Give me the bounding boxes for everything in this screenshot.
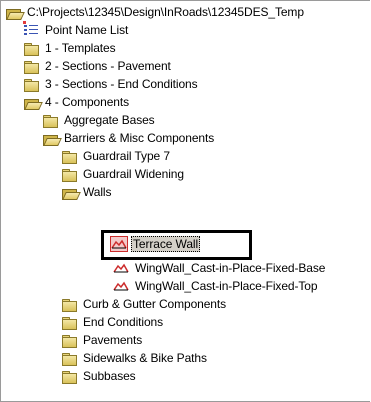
tree-item-label: Walls — [83, 185, 112, 199]
tree-item-subbases[interactable]: Subbases — [61, 367, 138, 385]
tree-item-end-conditions[interactable]: End Conditions — [61, 313, 165, 331]
folder-icon — [61, 369, 77, 384]
tree-item-point-name-list[interactable]: Point Name List — [23, 21, 130, 39]
folder-open-icon — [61, 185, 81, 200]
tree-item-label: WingWall_Cast-in-Place-Fixed-Base — [135, 261, 326, 275]
tree-item-guardrail-type7[interactable]: Guardrail Type 7 — [61, 147, 172, 165]
tree-item-label: Guardrail Type 7 — [83, 149, 170, 163]
tree-item-label: Barriers & Misc Components — [64, 131, 215, 145]
wall-template-icon — [113, 261, 129, 275]
tree-item-label: 4 - Components — [45, 95, 129, 109]
tree-item-root[interactable]: C:\Projects\12345\Design\InRoads\12345DE… — [5, 3, 306, 21]
tree-item-sections-end-conditions[interactable]: 3 - Sections - End Conditions — [23, 75, 200, 93]
tree-item-label: Curb & Gutter Components — [83, 297, 227, 311]
tree-item-templates[interactable]: 1 - Templates — [23, 39, 118, 57]
tree-item-label: Guardrail Widening — [83, 167, 184, 181]
tree-item-aggregate-bases[interactable]: Aggregate Bases — [42, 111, 157, 129]
tree-item-pavements[interactable]: Pavements — [61, 331, 144, 349]
tree-item-wingwall-base[interactable]: WingWall_Cast-in-Place-Fixed-Base — [113, 259, 327, 277]
folder-icon — [61, 315, 77, 330]
folder-icon — [61, 149, 77, 164]
selection-frame — [101, 230, 252, 260]
tree-item-label: End Conditions — [83, 315, 163, 329]
folder-open-icon — [23, 95, 43, 110]
folder-icon — [23, 41, 39, 56]
list-icon — [23, 21, 39, 37]
folder-icon — [23, 59, 39, 74]
tree-item-label: Pavements — [83, 333, 143, 347]
tree-item-guardrail-widening[interactable]: Guardrail Widening — [61, 165, 186, 183]
wall-template-icon — [113, 279, 129, 293]
tree-item-label: WingWall_Cast-in-Place-Fixed-Top — [135, 279, 318, 293]
tree-item-components[interactable]: 4 - Components — [23, 93, 131, 111]
template-library-tree[interactable]: C:\Projects\12345\Design\InRoads\12345DE… — [0, 0, 370, 402]
tree-item-label: 2 - Sections - Pavement — [45, 59, 171, 73]
tree-item-label: 1 - Templates — [45, 41, 116, 55]
folder-icon — [61, 297, 77, 312]
tree-item-wingwall-top[interactable]: WingWall_Cast-in-Place-Fixed-Top — [113, 277, 319, 295]
tree-item-sections-pavement[interactable]: 2 - Sections - Pavement — [23, 57, 173, 75]
tree-item-label: C:\Projects\12345\Design\InRoads\12345DE… — [27, 5, 304, 19]
folder-icon — [23, 77, 39, 92]
tree-item-barriers[interactable]: Barriers & Misc Components — [42, 129, 216, 147]
folder-icon — [42, 113, 58, 128]
folder-icon — [61, 351, 77, 366]
tree-item-label: Sidewalks & Bike Paths — [83, 351, 207, 365]
folder-open-icon — [42, 131, 62, 146]
folder-icon — [61, 167, 77, 182]
tree-item-label: Point Name List — [45, 23, 129, 37]
tree-item-label: 3 - Sections - End Conditions — [45, 77, 198, 91]
tree-item-walls[interactable]: Walls — [61, 183, 113, 201]
tree-item-label: Aggregate Bases — [64, 113, 155, 127]
tree-item-curb-gutter[interactable]: Curb & Gutter Components — [61, 295, 228, 313]
tree-item-label: Subbases — [83, 369, 136, 383]
tree-item-sidewalks[interactable]: Sidewalks & Bike Paths — [61, 349, 209, 367]
folder-open-icon — [5, 5, 25, 20]
folder-icon — [61, 333, 77, 348]
